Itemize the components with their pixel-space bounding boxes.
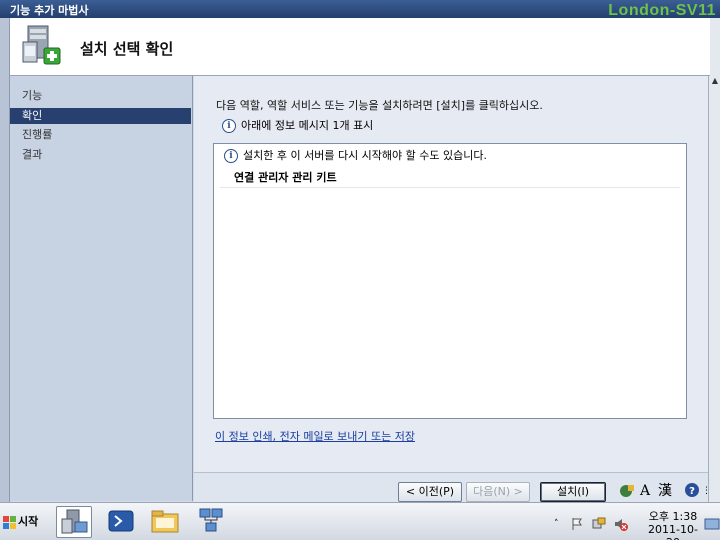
page-title: 설치 선택 확인	[80, 40, 174, 58]
install-button[interactable]: 설치(I)	[540, 482, 606, 502]
ime-mode-icon[interactable]	[618, 482, 636, 500]
folder-icon	[151, 510, 179, 533]
ime-toolbar: A 漢 ? ⋮	[612, 480, 711, 502]
taskbar-network[interactable]	[194, 506, 230, 538]
show-hidden-icons-icon[interactable]: ˄	[554, 517, 568, 531]
nav-item-progress[interactable]: 진행률	[10, 127, 191, 143]
info-summary-label: 아래에 정보 메시지 1개 표시	[241, 119, 374, 132]
info-icon: i	[224, 149, 238, 163]
clock-date: 2011-10-20	[648, 523, 698, 540]
help-icon[interactable]: ?	[684, 482, 700, 500]
network-computers-icon	[199, 508, 223, 532]
taskbar-server-manager[interactable]	[56, 506, 92, 538]
info-icon: i	[222, 119, 236, 133]
intro-text: 다음 역할, 역할 서비스 또는 기능을 설치하려면 [설치]를 클릭하십시오.	[216, 99, 543, 112]
wizard-content: 다음 역할, 역할 서비스 또는 기능을 설치하려면 [설치]를 클릭하십시오.…	[194, 76, 708, 501]
info-summary: i 아래에 정보 메시지 1개 표시	[222, 118, 373, 134]
nav-item-results[interactable]: 결과	[10, 147, 191, 163]
taskbar-explorer[interactable]	[148, 506, 184, 538]
taskbar-clock[interactable]: 오후 1:38 2011-10-20	[642, 510, 704, 540]
svg-text:?: ?	[689, 486, 695, 497]
restart-message-label: 설치한 후 이 서버를 다시 시작해야 할 수도 있습니다.	[243, 149, 487, 162]
volume-muted-icon[interactable]	[614, 517, 628, 531]
nav-item-confirm[interactable]: 확인	[10, 108, 191, 124]
start-button[interactable]: 시작	[3, 511, 38, 533]
server-add-feature-icon	[22, 25, 61, 65]
ime-options-icon[interactable]: ⋮	[702, 482, 711, 500]
clock-time: 오후 1:38	[648, 510, 698, 523]
ime-alpha-toggle[interactable]: A	[640, 482, 650, 500]
start-label: 시작	[18, 515, 39, 528]
powershell-icon	[108, 510, 134, 532]
feature-name: 연결 관리자 관리 키트	[234, 171, 337, 184]
show-desktop-icon[interactable]	[704, 517, 720, 531]
wizard-header: 설치 선택 확인	[10, 18, 710, 76]
next-button[interactable]: 다음(N) >	[466, 482, 530, 502]
wizard-nav: 기능 확인 진행률 결과	[10, 76, 193, 501]
system-tray: ˄ 오후 1:38 2011-10-20	[552, 507, 720, 540]
restart-message: i 설치한 후 이 서버를 다시 시작해야 할 수도 있습니다.	[224, 148, 487, 164]
window-right-border: ▲	[708, 18, 720, 502]
network-status-icon[interactable]	[592, 517, 606, 531]
nav-item-features[interactable]: 기능	[10, 88, 191, 104]
print-email-save-link[interactable]: 이 정보 인쇄, 전자 메일로 보내기 또는 저장	[215, 428, 415, 444]
list-divider	[220, 187, 680, 188]
windows-logo-icon	[3, 515, 16, 529]
server-manager-icon	[61, 509, 88, 534]
previous-button[interactable]: < 이전(P)	[398, 482, 462, 502]
window-left-border	[0, 18, 10, 502]
scroll-up-arrow-icon[interactable]: ▲	[710, 76, 720, 86]
taskbar: 시작 ˄ 오후 1:38 2011-10-	[0, 502, 720, 540]
selection-list[interactable]: i 설치한 후 이 서버를 다시 시작해야 할 수도 있습니다. 연결 관리자 관…	[213, 143, 687, 419]
action-center-flag-icon[interactable]	[570, 517, 584, 531]
taskbar-powershell[interactable]	[104, 506, 140, 538]
window-title: 기능 추가 마법사	[10, 4, 89, 17]
ime-hanja-toggle[interactable]: 漢	[658, 482, 672, 500]
